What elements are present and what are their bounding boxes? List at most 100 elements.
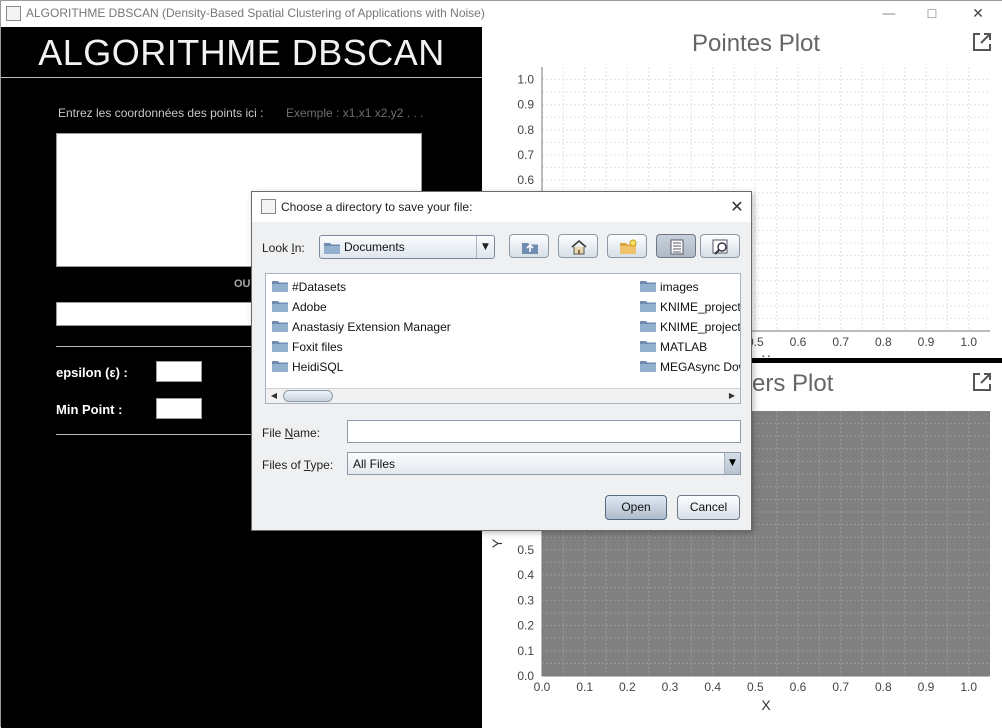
- x-tick-label: 0.8: [875, 680, 892, 694]
- folder-icon: [640, 341, 656, 352]
- up-one-level-button[interactable]: [509, 234, 549, 258]
- list-item-label: Anastasiy Extension Manager: [292, 320, 451, 334]
- minimize-button[interactable]: —: [878, 4, 900, 24]
- x-tick-label: 1.0: [960, 680, 977, 694]
- java-app-icon: [261, 199, 276, 214]
- scrollbar-thumb[interactable]: [283, 390, 333, 402]
- dialog-close-button[interactable]: ✕: [726, 196, 748, 218]
- app-title: ALGORITHME DBSCAN: [38, 32, 445, 73]
- home-button[interactable]: [558, 234, 598, 258]
- list-item-label: Foxit files: [292, 340, 343, 354]
- chevron-down-icon: ▼: [724, 453, 740, 474]
- list-item-label: images: [660, 280, 699, 294]
- coordinates-label: Entrez les coordonnées des points ici :: [58, 106, 264, 120]
- x-tick-label: 0.3: [662, 680, 679, 694]
- cancel-button[interactable]: Cancel: [677, 495, 740, 520]
- x-tick-label: 0.5: [747, 680, 764, 694]
- y-tick-label: 0.5: [517, 543, 534, 557]
- scroll-right-icon[interactable]: ▶: [725, 390, 739, 402]
- x-tick-label: 0.6: [790, 680, 807, 694]
- dialog-title-bar: Choose a directory to save your file: ✕: [252, 192, 751, 222]
- x-tick-label: 0.8: [875, 335, 892, 349]
- folder-icon: [324, 243, 340, 254]
- folder-icon: [640, 361, 656, 372]
- y-tick-label: 0.2: [517, 619, 534, 633]
- title-bar: ALGORITHME DBSCAN (Density-Based Spatial…: [1, 1, 1002, 27]
- look-in-dropdown[interactable]: Documents ▼: [319, 235, 495, 259]
- y-tick-label: 0.6: [517, 173, 534, 187]
- x-tick-label: 0.2: [619, 680, 636, 694]
- folder-icon: [272, 361, 288, 372]
- x-tick-label: 1.0: [960, 335, 977, 349]
- params-divider: [56, 434, 256, 435]
- y-tick-label: 0.3: [517, 593, 534, 607]
- main-window: ALGORITHME DBSCAN (Density-Based Spatial…: [0, 0, 1002, 728]
- details-view-icon: [712, 239, 728, 255]
- coordinates-hint: Exemple : x1,x1 x2,y2 . . .: [286, 106, 424, 120]
- scroll-left-icon[interactable]: ◀: [267, 390, 281, 402]
- file-type-dropdown[interactable]: All Files ▼: [347, 452, 741, 475]
- list-item-label: HeidiSQL: [292, 360, 344, 374]
- folder-icon: [640, 281, 656, 292]
- y-tick-label: 0.7: [517, 148, 534, 162]
- list-view-icon: [670, 239, 684, 255]
- x-tick-label: 0.7: [832, 335, 849, 349]
- list-view-button[interactable]: [656, 234, 696, 258]
- section-divider: [56, 346, 256, 347]
- y-tick-label: 0.1: [517, 644, 534, 658]
- min-point-input[interactable]: [156, 398, 202, 419]
- open-button[interactable]: Open: [605, 495, 667, 520]
- java-app-icon: [6, 6, 21, 21]
- close-button[interactable]: ✕: [967, 4, 989, 24]
- maximize-button[interactable]: ☐: [921, 4, 943, 24]
- up-folder-icon: [522, 243, 538, 254]
- y-tick-label: 0.8: [517, 123, 534, 137]
- list-item-label: Adobe: [292, 300, 327, 314]
- x-tick-label: 0.1: [576, 680, 593, 694]
- horizontal-scrollbar[interactable]: ◀ ▶: [266, 388, 740, 403]
- epsilon-label: epsilon (ε) :: [56, 365, 128, 380]
- details-view-button[interactable]: [700, 234, 740, 258]
- file-path-field[interactable]: [56, 302, 256, 326]
- y-tick-label: 0.9: [517, 98, 534, 112]
- new-folder-button[interactable]: [607, 234, 647, 258]
- file-name-input[interactable]: [347, 420, 741, 443]
- or-label: OU: [234, 278, 251, 290]
- list-item-label: MEGAsync Dow: [660, 360, 741, 374]
- window-title: ALGORITHME DBSCAN (Density-Based Spatial…: [26, 6, 485, 20]
- epsilon-input[interactable]: [156, 361, 202, 382]
- list-item-label: #Datasets: [292, 280, 347, 294]
- file-list[interactable]: #Datasets Adobe Anastasiy Extension Manage…: [265, 273, 741, 404]
- x-tick-label: 0.4: [704, 680, 721, 694]
- file-name-label: File Name:: [262, 426, 321, 440]
- x-tick-label: 0.0: [534, 680, 551, 694]
- x-tick-label: 0.6: [790, 335, 807, 349]
- look-in-value: Documents: [344, 240, 405, 254]
- y-axis-label: Y: [489, 538, 505, 548]
- popout-icon[interactable]: [971, 31, 993, 53]
- y-tick-label: 1.0: [517, 73, 534, 87]
- list-item-label: KNIME_project: [660, 300, 741, 314]
- folder-icon: [640, 321, 656, 332]
- folder-icon: [272, 281, 288, 292]
- chevron-down-icon: ▼: [476, 236, 494, 258]
- x-tick-label: 0.9: [918, 680, 935, 694]
- folder-icon: [272, 341, 288, 352]
- x-axis-label: X: [761, 697, 771, 713]
- y-tick-label: 0.0: [517, 669, 534, 683]
- x-tick-label: 0.9: [918, 335, 935, 349]
- x-tick-label: 0.7: [832, 680, 849, 694]
- list-item-label: KNIME_project: [660, 320, 741, 334]
- folder-icon: [272, 321, 288, 332]
- folder-icon: [640, 301, 656, 312]
- file-type-label: Files of Type:: [262, 458, 334, 472]
- file-type-value: All Files: [353, 457, 396, 471]
- min-point-label: Min Point :: [56, 402, 123, 417]
- top-chart-title: Pointes Plot: [692, 30, 821, 57]
- folder-icon: [272, 301, 288, 312]
- dialog-title: Choose a directory to save your file:: [281, 200, 473, 214]
- y-tick-label: 0.4: [517, 568, 534, 582]
- x-axis-label: X: [761, 352, 771, 357]
- look-in-label: Look In:: [262, 241, 305, 255]
- new-folder-icon: [620, 239, 637, 254]
